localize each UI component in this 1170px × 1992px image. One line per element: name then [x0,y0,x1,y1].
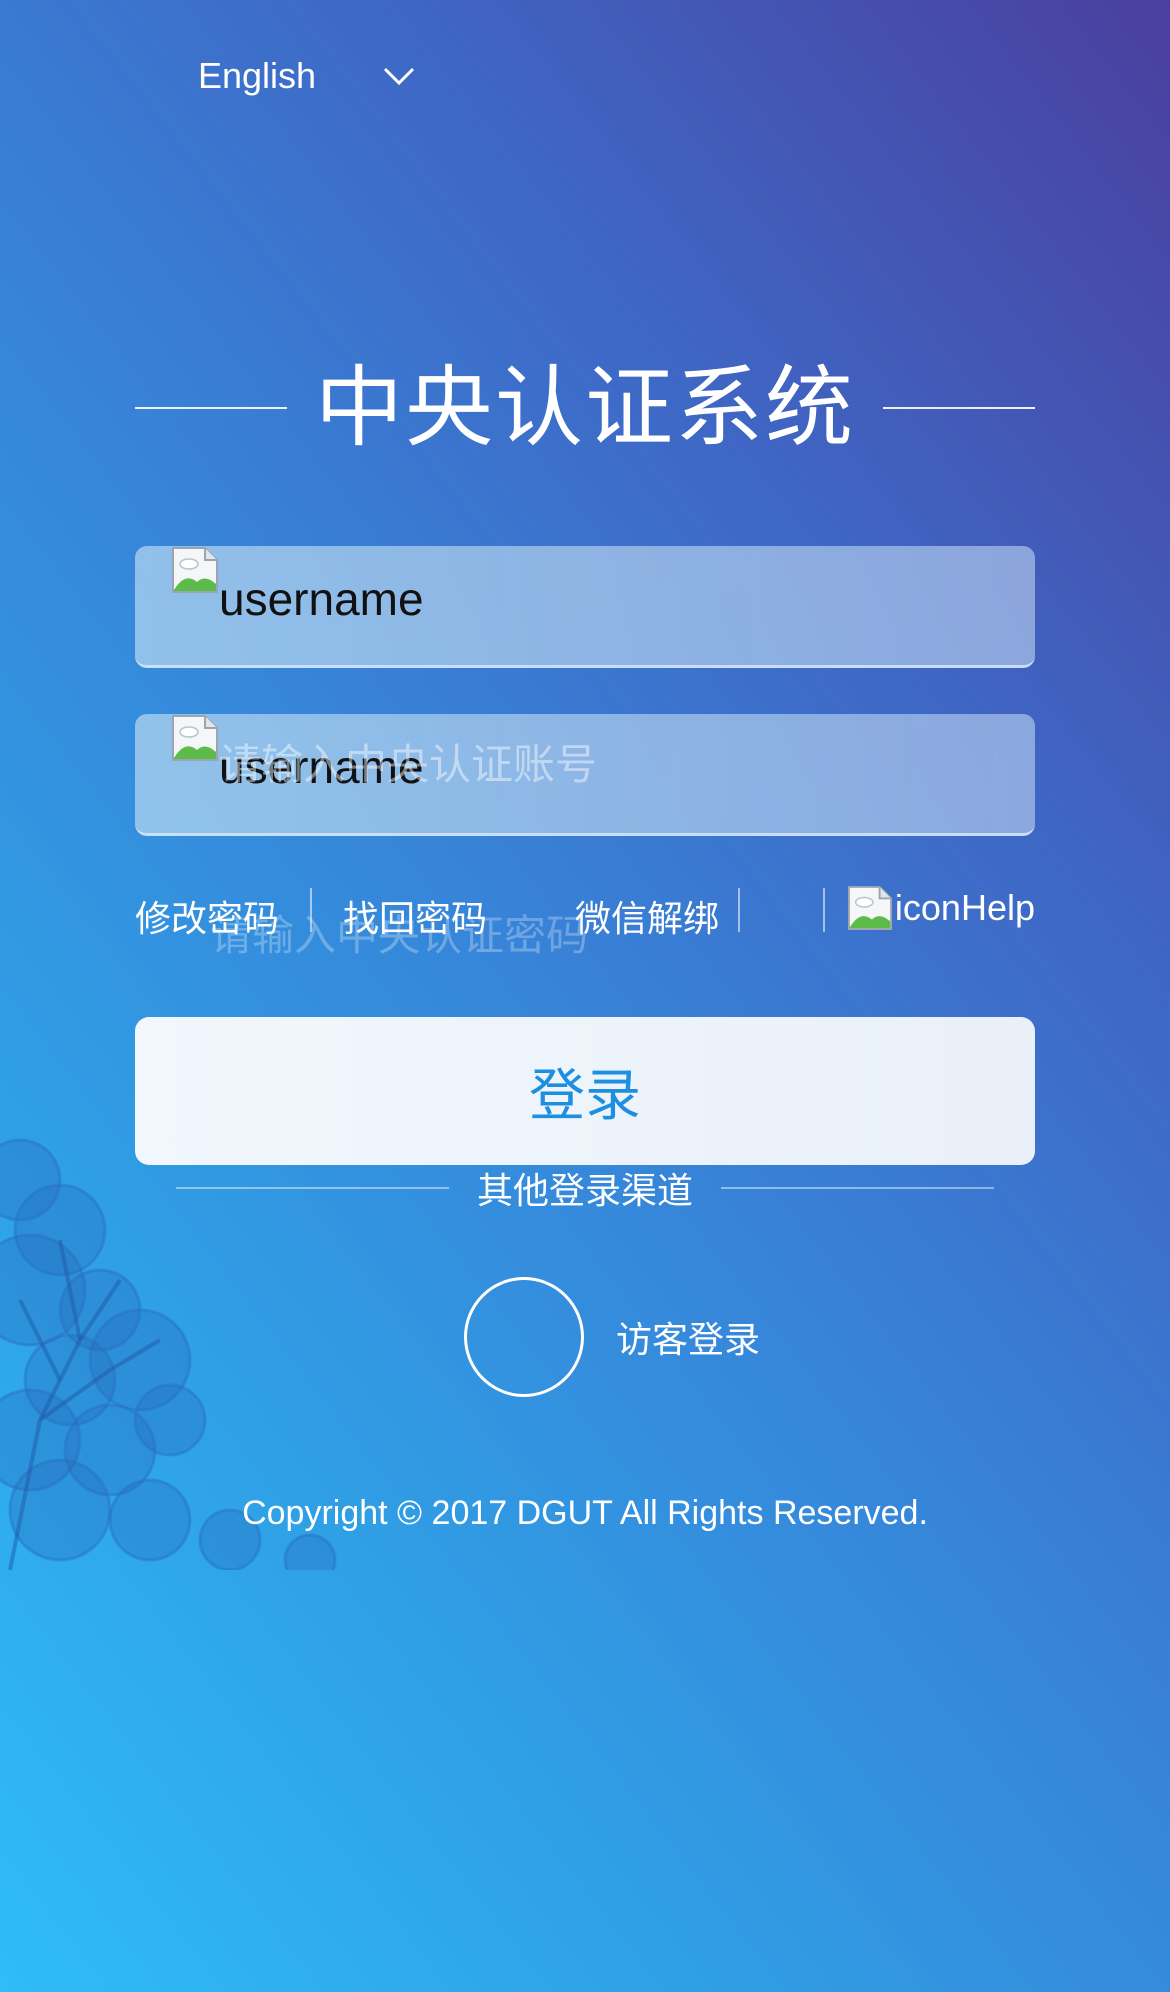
guest-login-label: 访客登录 [616,1320,761,1361]
other-login-label: 其他登录渠道 [477,1171,694,1212]
chevron-down-icon [383,67,415,86]
link-separator [310,888,312,932]
account-links: 修改密码 找回密码 微信解绑 iconHelp [135,880,1035,940]
wechat-unbind-link[interactable]: 微信解绑 [575,890,719,942]
login-button[interactable]: 登录 [135,1017,1035,1165]
password-field: username [135,714,1035,836]
password-input[interactable] [209,728,999,800]
title-divider-left [135,407,287,409]
other-login-divider: 其他登录渠道 [176,1160,995,1216]
change-password-link[interactable]: 修改密码 [135,890,279,942]
link-separator [823,888,825,932]
recover-password-link[interactable]: 找回密码 [343,890,487,942]
broken-image-icon [847,885,892,931]
username-field: username [135,546,1035,668]
page-title: 中央认证系统 [314,356,855,459]
guest-login-button[interactable]: 访客登录 [464,1274,760,1400]
username-input[interactable] [209,560,999,632]
language-label: English [198,55,317,96]
divider-right [721,1187,995,1189]
language-selector[interactable]: English [198,50,428,102]
help-icon-alt: iconHelp [894,887,1035,928]
help-link[interactable]: iconHelp [847,882,1035,934]
divider-left [176,1187,449,1189]
link-separator [738,888,740,932]
guest-login-icon [464,1277,584,1397]
title-row: 中央认证系统 [135,348,1035,468]
title-divider-right [883,407,1035,409]
copyright-text: Copyright © 2017 DGUT All Rights Reserve… [242,1494,928,1532]
